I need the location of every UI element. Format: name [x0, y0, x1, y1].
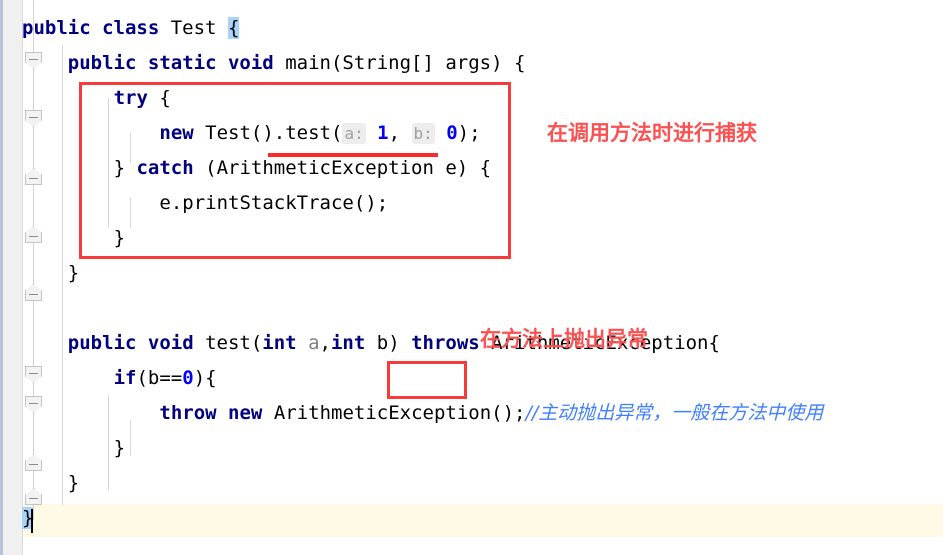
annotation-catch-on-call: 在调用方法时进行捕获: [547, 121, 757, 145]
keyword-token: static: [147, 52, 217, 74]
code-editor-screenshot: public class Test {public static void ma…: [0, 0, 943, 555]
keyword-token: new: [228, 402, 263, 424]
code-token: (b==: [136, 367, 183, 389]
keyword-token: int: [262, 332, 297, 354]
matching-brace: {: [227, 17, 240, 39]
throws-keyword-box: [387, 361, 467, 399]
code-line[interactable]: throw new ArithmeticException();//主动抛出异常…: [159, 396, 823, 431]
code-comment: //主动抛出异常，一般在方法中使用: [525, 402, 824, 424]
code-token: ,: [319, 332, 331, 354]
keyword-token: throws: [411, 332, 480, 354]
code-line[interactable]: }: [68, 256, 79, 291]
code-token: main(String[] args) {: [273, 52, 526, 74]
keyword-token: public: [67, 52, 137, 74]
code-token: b): [365, 332, 412, 354]
code-line[interactable]: public static void main(String[] args) {: [68, 46, 526, 81]
text-caret: [31, 509, 33, 533]
keyword-token: throw: [159, 402, 217, 424]
gutter-accent-stripe: [0, 0, 3, 555]
keyword-token: public: [67, 332, 137, 354]
keyword-token: public: [22, 17, 91, 39]
annotation-throw-on-method: 在方法上抛出异常: [480, 327, 648, 351]
code-token: Test: [159, 17, 228, 39]
test-call-underline: [268, 153, 438, 157]
code-token: }: [113, 437, 126, 459]
number-token: 0: [182, 367, 194, 389]
code-token: }: [67, 472, 80, 494]
try-catch-box: [79, 82, 511, 259]
code-line[interactable]: }: [114, 431, 125, 466]
keyword-token: void: [147, 332, 194, 354]
code-token: test(: [193, 332, 263, 354]
code-line[interactable]: if(b==0){: [114, 361, 217, 396]
code-token: a: [308, 332, 320, 354]
keyword-token: class: [102, 17, 160, 39]
code-line[interactable]: public class Test {: [22, 11, 240, 46]
keyword-token: void: [227, 52, 274, 74]
code-token: ){: [193, 367, 217, 389]
code-line[interactable]: }: [68, 466, 79, 501]
keyword-token: if: [113, 367, 137, 389]
code-token: }: [67, 262, 80, 284]
editor-gutter[interactable]: [0, 0, 23, 555]
code-token: ArithmeticException();: [262, 402, 526, 424]
keyword-token: int: [330, 332, 366, 354]
